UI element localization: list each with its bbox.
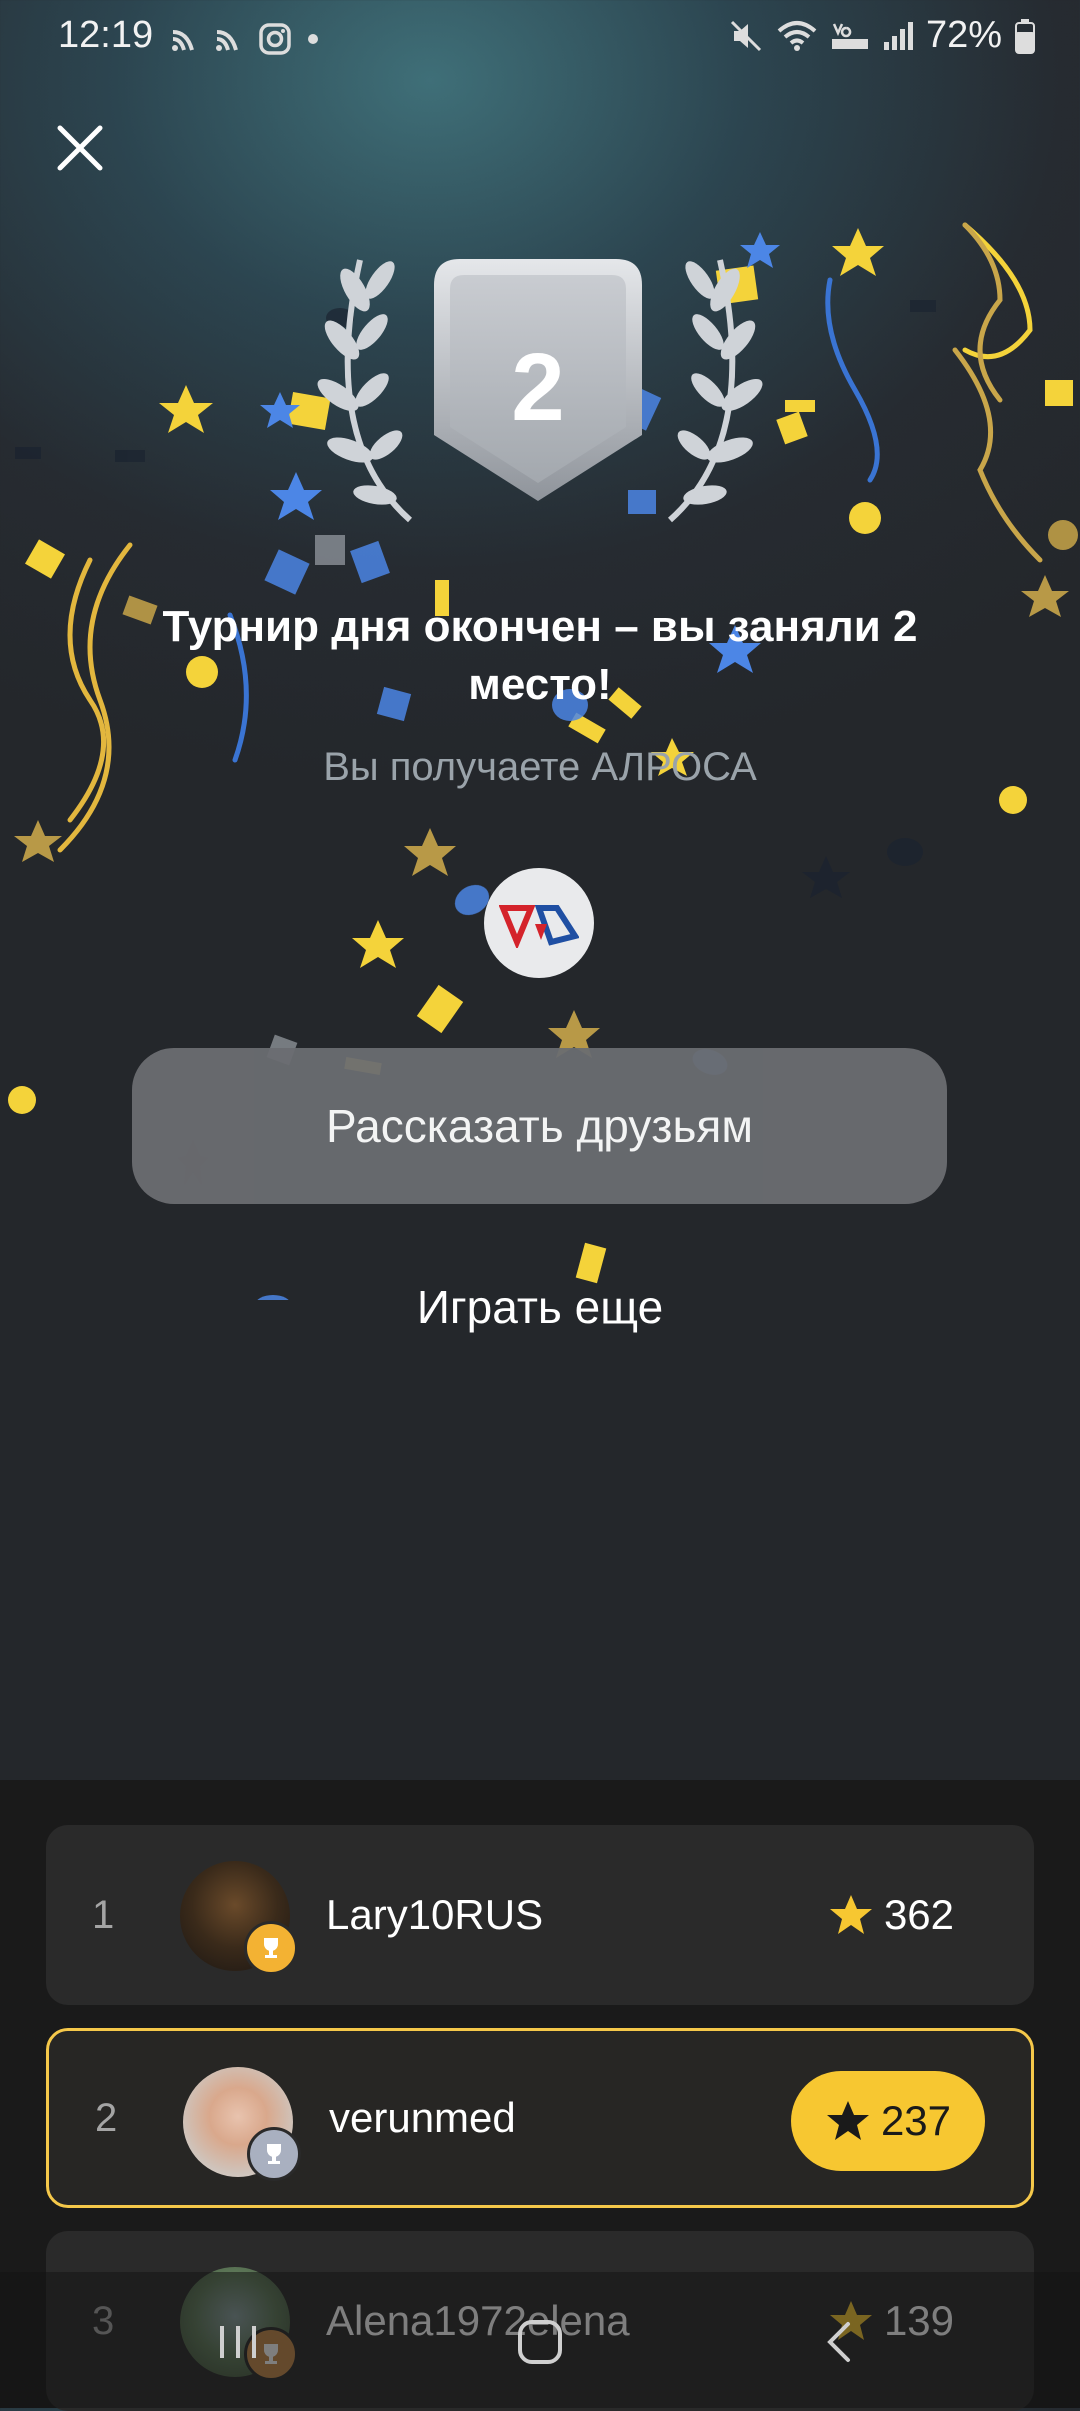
- reward-subtitle: Вы получаете АЛРОСА: [323, 745, 757, 789]
- star-icon: [826, 2101, 869, 2140]
- rank: 1: [92, 1892, 115, 1937]
- leaderboard-row[interactable]: 1 Lary10RUS 362: [46, 1825, 1034, 2005]
- result-title: Турнир дня окончен – вы заняли 2 место!: [162, 602, 918, 709]
- place-number: 2: [511, 334, 565, 441]
- system-navigation-bar: [0, 2272, 1080, 2408]
- close-icon: [57, 125, 103, 171]
- share-with-friends-button[interactable]: Рассказать друзьям: [132, 1048, 947, 1204]
- player-name: verunmed: [329, 2094, 516, 2141]
- score-value: 362: [883, 1891, 955, 1938]
- signal-icon: [883, 21, 913, 50]
- place-badge-area: 2: [0, 230, 1080, 530]
- notification-icons: [170, 22, 320, 56]
- trophy-silver-icon: [247, 2127, 301, 2181]
- status-time: 12:19: [58, 14, 154, 56]
- battery-percentage: 72%: [925, 14, 1002, 56]
- trophy-gold-icon: [244, 1921, 298, 1975]
- rank: 2: [95, 2095, 118, 2140]
- battery-icon: [1015, 18, 1035, 54]
- score-value: 237: [880, 2097, 952, 2144]
- volte-icon: [831, 22, 868, 49]
- star-icon: [829, 1895, 872, 1934]
- player-score: 362: [794, 1865, 988, 1965]
- prize-logo: [484, 868, 594, 978]
- dot-icon: [308, 34, 318, 44]
- instagram-icon: [259, 23, 291, 55]
- back-icon: [827, 2322, 850, 2362]
- laurel-left-icon: [317, 259, 412, 523]
- recent-apps-icon: [220, 2326, 256, 2358]
- player-score: 237: [791, 2071, 985, 2171]
- play-again-button[interactable]: Играть еще: [340, 1280, 740, 1334]
- home-icon: [518, 2320, 562, 2364]
- recent-apps-button[interactable]: [208, 2312, 268, 2372]
- home-button[interactable]: [510, 2312, 570, 2372]
- player-name: Lary10RUS: [326, 1891, 544, 1938]
- system-icons: 72%: [728, 14, 1036, 57]
- cast-icon: [216, 30, 238, 51]
- cast-icon: [172, 30, 194, 51]
- close-button[interactable]: [50, 118, 110, 178]
- status-bar: 12:19 72%: [0, 0, 1080, 80]
- mute-icon: [730, 20, 761, 51]
- place-shield: 2: [430, 255, 646, 505]
- laurel-right-icon: [668, 259, 763, 523]
- wifi-icon: [777, 20, 817, 51]
- back-button[interactable]: [810, 2312, 870, 2372]
- alrosa-logo-icon: [499, 905, 579, 948]
- leaderboard-row-current-user[interactable]: 2 verunmed 237: [46, 2028, 1034, 2208]
